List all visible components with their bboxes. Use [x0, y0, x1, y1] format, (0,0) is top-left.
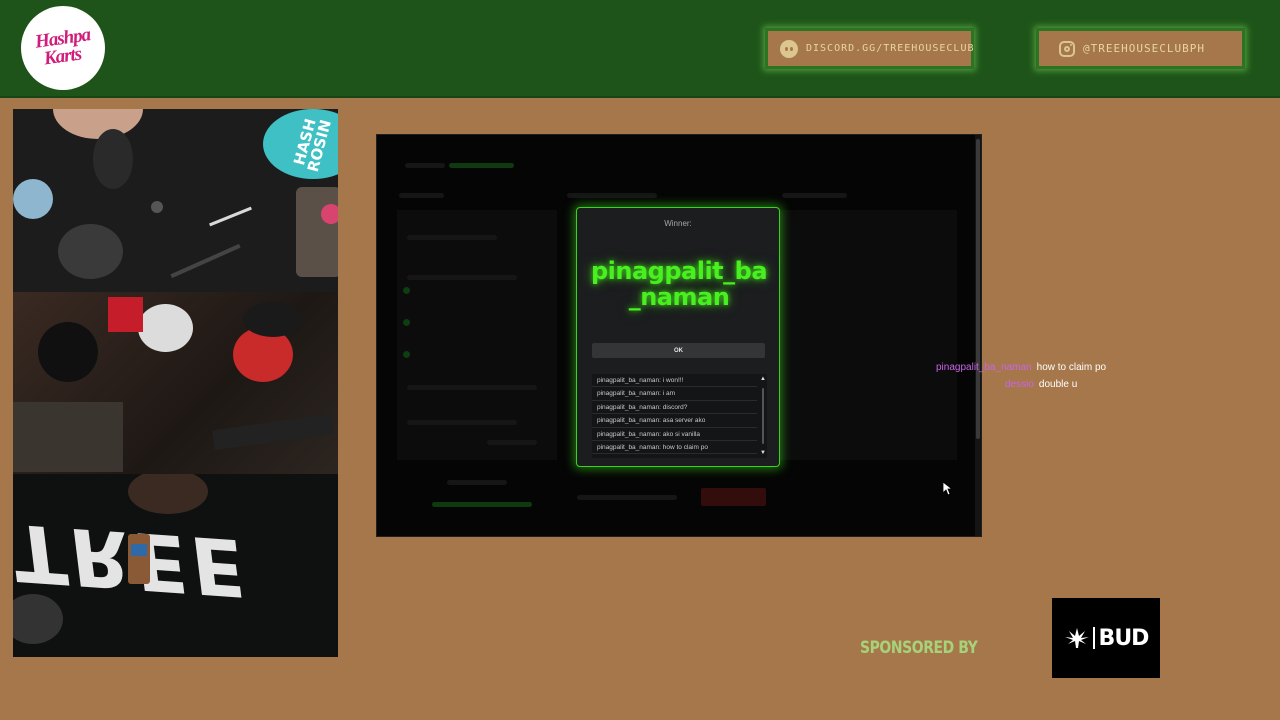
chat-text: how to claim po	[1036, 362, 1107, 373]
chat-log-line: pinagpalit_ba_naman: i am	[592, 387, 757, 401]
scroll-down-icon[interactable]: ▼	[760, 450, 766, 456]
camera-feed-middle	[13, 292, 338, 474]
chat-log-line: pinagpalit_ba_naman: i won!!!	[592, 374, 757, 388]
discord-icon	[780, 39, 798, 58]
camera-feed-top: HASH ROSIN	[13, 109, 338, 292]
top-banner: Hashpa Karts DISCORD.GG/TREEHOUSECLUB @T…	[0, 0, 1280, 98]
chat-username: pinagpalit_ba_naman	[936, 362, 1032, 373]
chat-text: double u	[1038, 379, 1078, 390]
giveaway-window: Winner: pinagpalit_ba_naman OK pinagpali…	[376, 134, 982, 537]
instagram-label: @TREEHOUSECLUBPH	[1083, 42, 1205, 55]
discord-badge: DISCORD.GG/TREEHOUSECLUB	[765, 28, 974, 69]
stream-chat-message: pinagpalit_ba_naman how to claim po	[936, 362, 1106, 373]
bud-brand-text: BUD	[1098, 625, 1150, 651]
winner-label: Winner:	[664, 219, 692, 228]
chat-log-scrollbar[interactable]: ▲ ▼	[760, 376, 766, 456]
camera-feed-bottom: TREE	[13, 474, 338, 657]
winner-modal: Winner: pinagpalit_ba_naman OK pinagpali…	[576, 207, 780, 467]
instagram-icon	[1059, 40, 1075, 57]
discord-label: DISCORD.GG/TREEHOUSECLUB	[806, 43, 975, 54]
stream-chat-message: dessio double u	[1005, 379, 1077, 390]
winner-name: pinagpalit_ba_naman	[590, 257, 768, 311]
instagram-badge: @TREEHOUSECLUBPH	[1036, 28, 1245, 69]
sponsored-by-label: SPONSORED BY	[860, 638, 978, 658]
logo-text-line-2: Karts	[43, 43, 83, 70]
cannabis-leaf-icon	[1064, 628, 1089, 648]
chat-username: dessio	[1005, 379, 1034, 390]
channel-logo: Hashpa Karts	[21, 6, 105, 90]
scroll-up-icon[interactable]: ▲	[760, 376, 766, 382]
window-scrollbar[interactable]	[975, 135, 981, 536]
bud-sponsor-logo: BUD	[1052, 598, 1160, 678]
chat-log-line: pinagpalit_ba_naman: how to claim po	[592, 441, 757, 455]
ok-button[interactable]: OK	[592, 343, 765, 358]
winner-chat-log[interactable]: pinagpalit_ba_naman: i won!!! pinagpalit…	[592, 374, 767, 458]
hash-rosin-sticker: HASH ROSIN	[263, 109, 338, 179]
chat-log-line: pinagpalit_ba_naman: asa server ako	[592, 414, 757, 428]
chat-log-line: pinagpalit_ba_naman: discord?	[592, 401, 757, 415]
chat-log-line: pinagpalit_ba_naman: ako si vanilla	[592, 428, 757, 441]
